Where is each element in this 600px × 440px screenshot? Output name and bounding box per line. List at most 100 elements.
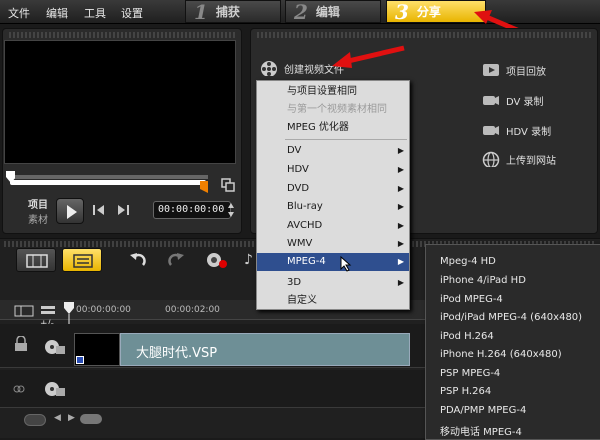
menu-item-3d[interactable]: 3D ▶: [257, 274, 409, 292]
timeline-scrollbar-thumb[interactable]: [80, 414, 102, 424]
menu-item-mpeg-4[interactable]: MPEG-4 ▶: [257, 253, 409, 271]
menu-item-wmv[interactable]: WMV ▶: [257, 235, 409, 253]
step-number: 1: [194, 0, 208, 24]
submenu-arrow-icon: ▶: [397, 221, 404, 230]
annotation-arrow: [332, 45, 405, 68]
menu-settings[interactable]: 设置: [121, 5, 143, 21]
redo-icon[interactable]: [166, 251, 186, 271]
clip-mode-label[interactable]: 素材: [28, 211, 48, 226]
submenu-item-ipod-h264[interactable]: iPod H.264: [440, 331, 494, 342]
project-mode-label[interactable]: 项目: [28, 196, 48, 211]
step-capture[interactable]: 1 捕获: [185, 0, 281, 24]
menu-edit[interactable]: 编辑: [46, 5, 68, 21]
prev-frame-icon[interactable]: [92, 204, 106, 216]
menu-tools[interactable]: 工具: [84, 5, 106, 21]
submenu-arrow-icon: ▶: [397, 146, 404, 155]
step-label: 捕获: [215, 5, 240, 19]
menu-item-label: MPEG-4: [287, 256, 326, 267]
submenu-arrow-icon: ▶: [397, 257, 404, 266]
menu-item-label: 3D: [287, 277, 302, 288]
storyboard-view-button[interactable]: [16, 248, 56, 272]
submenu-item-mpeg4-hd[interactable]: Mpeg-4 HD: [440, 256, 496, 267]
next-frame-icon[interactable]: [116, 204, 130, 216]
menu-item-label: 自定义: [287, 295, 317, 306]
hdv-record-label: HDV 录制: [506, 126, 552, 138]
track-lock-icon[interactable]: [12, 336, 32, 352]
step-number: 2: [294, 0, 308, 24]
scrub-bar[interactable]: [10, 180, 206, 185]
ruler-time-start: 00:00:00:00: [76, 305, 131, 315]
step-label: 分享: [416, 5, 441, 19]
menu-item-label: 与项目设置相同: [287, 86, 357, 97]
submenu-item-ipod-ipad-mpeg4-640[interactable]: iPod/iPad MPEG-4 (640x480): [440, 312, 582, 323]
menu-item-label: WMV: [287, 238, 313, 249]
timecode-field[interactable]: 00:00:00:00: [153, 201, 231, 219]
menu-item-custom[interactable]: 自定义: [257, 292, 409, 310]
menu-item-same-as-first-clip: 与第一个视频素材相同: [257, 101, 409, 119]
timeline-icon: [73, 254, 93, 268]
step-edit[interactable]: 2 编辑: [285, 0, 381, 24]
scrub-handle[interactable]: [6, 171, 15, 183]
globe-icon: [482, 151, 500, 167]
step-number: 3: [395, 0, 409, 24]
video-track-icon: [45, 340, 65, 354]
panel-grip: [257, 32, 591, 38]
menu-item-dv[interactable]: DV ▶: [257, 142, 409, 160]
playback-icon: [483, 64, 499, 76]
overlay-track-icon: [45, 382, 65, 396]
submenu-item-iphone4-ipad-hd[interactable]: iPhone 4/iPad HD: [440, 275, 526, 286]
record-capture-icon[interactable]: [205, 250, 229, 270]
copy-icon[interactable]: [221, 178, 235, 192]
submenu-item-psp-mpeg4[interactable]: PSP MPEG-4: [440, 368, 500, 379]
undo-icon[interactable]: [128, 251, 148, 271]
menu-item-label: MPEG 优化器: [287, 122, 349, 133]
hdv-record-button[interactable]: HDV 录制: [482, 122, 551, 138]
menu-separator: [285, 139, 407, 140]
show-all-tracks-icon[interactable]: [14, 304, 36, 318]
submenu-item-mobile-phone-mpeg4[interactable]: 移动电话 MPEG-4: [440, 423, 522, 438]
menu-item-label: 与第一个视频素材相同: [287, 104, 387, 115]
timeline-view-button[interactable]: [62, 248, 102, 272]
menu-item-label: DV: [287, 145, 302, 156]
clip-name: 大腿时代.VSP: [136, 346, 218, 361]
zoom-slider-button[interactable]: [24, 414, 46, 426]
playhead-marker[interactable]: [64, 302, 76, 324]
track-manager-icon[interactable]: [40, 304, 56, 318]
mouse-cursor-icon: [340, 256, 352, 272]
project-playback-label: 项目回放: [506, 66, 546, 78]
scroll-left-icon[interactable]: ◀: [54, 413, 61, 423]
menu-item-hdv[interactable]: HDV ▶: [257, 161, 409, 179]
submenu-item-psp-h264[interactable]: PSP H.264: [440, 386, 491, 397]
submenu-arrow-icon: ▶: [397, 278, 404, 287]
submenu-arrow-icon: ▶: [397, 239, 404, 248]
menu-file[interactable]: 文件: [8, 5, 30, 21]
menu-item-mpeg-optimizer[interactable]: MPEG 优化器: [257, 119, 409, 137]
step-label: 编辑: [315, 5, 340, 19]
menu-item-blu-ray[interactable]: Blu-ray ▶: [257, 198, 409, 216]
preview-window: [4, 40, 236, 164]
camcorder-icon: [483, 126, 499, 135]
menu-item-same-as-project[interactable]: 与项目设置相同: [257, 83, 409, 101]
play-button[interactable]: [56, 198, 84, 224]
dv-record-button[interactable]: DV 录制: [482, 92, 544, 108]
submenu-item-iphone-h264-640[interactable]: iPhone H.264 (640x480): [440, 349, 562, 360]
menu-item-label: AVCHD: [287, 220, 323, 231]
track-link-icon[interactable]: [12, 382, 26, 396]
upload-web-button[interactable]: 上传到网站: [482, 151, 556, 167]
submenu-item-ipod-mpeg4[interactable]: iPod MPEG-4: [440, 294, 503, 305]
submenu-arrow-icon: ▶: [397, 184, 404, 193]
scroll-right-icon[interactable]: ▶: [68, 413, 75, 423]
submenu-item-pda-pmp-mpeg4[interactable]: PDA/PMP MPEG-4: [440, 405, 526, 416]
panel-grip: [9, 32, 235, 38]
audio-note-icon[interactable]: ♪: [244, 252, 253, 268]
film-reel-icon: [261, 61, 277, 76]
timecode-spinner[interactable]: [227, 202, 235, 218]
upload-web-label: 上传到网站: [506, 155, 556, 167]
menu-item-dvd[interactable]: DVD ▶: [257, 180, 409, 198]
trim-bar: [12, 175, 208, 179]
trim-end-marker[interactable]: [200, 181, 209, 193]
project-playback-button[interactable]: 项目回放: [482, 62, 546, 78]
menu-item-avchd[interactable]: AVCHD ▶: [257, 217, 409, 235]
menu-item-label: DVD: [287, 183, 310, 194]
create-video-dropdown: 与项目设置相同 与第一个视频素材相同 MPEG 优化器 DV ▶ HDV ▶ DVD…: [256, 80, 410, 310]
